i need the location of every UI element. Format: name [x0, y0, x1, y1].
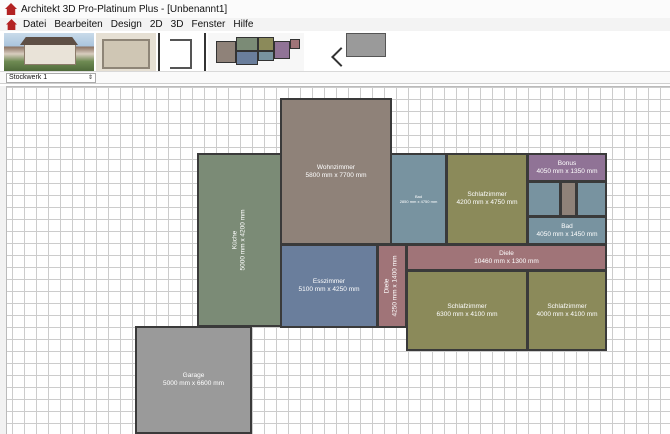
room-size: 4200 mm x 4750 mm — [456, 199, 518, 206]
room-size: 5000 mm x 4200 mm — [239, 209, 247, 271]
room-diele-small[interactable]: Diele 4250 mm x 1400 mm — [377, 244, 407, 328]
room-kueche[interactable]: Küche 5000 mm x 4200 mm — [197, 153, 282, 327]
app-menu-icon[interactable] — [6, 19, 17, 30]
room-bad-left[interactable]: Bad 2850 mm x 4750 mm — [390, 153, 447, 245]
room-size: 10460 mm x 1300 mm — [474, 257, 539, 265]
room-name: Bonus — [557, 159, 577, 167]
menu-bar: Datei Bearbeiten Design 2D 3D Fenster Hi… — [0, 18, 670, 31]
toolbar-divider — [204, 33, 206, 71]
colored-plan-thumbnail[interactable] — [208, 33, 304, 71]
room-schlafzimmer-bottom-right[interactable]: Schlafzimmer 4000 mm x 4100 mm — [527, 270, 607, 351]
room-block-thumbnail[interactable] — [308, 33, 390, 71]
room-size: 4050 mm x 1350 mm — [536, 167, 598, 175]
chevron-updown-icon: ⇕ — [87, 75, 93, 81]
menu-bearbeiten[interactable]: Bearbeiten — [50, 18, 106, 31]
floor-select-value: Stockwerk 1 — [9, 74, 48, 81]
room-size: 4250 mm x 1400 mm — [392, 255, 399, 317]
wireframe-thumbnail[interactable] — [158, 33, 202, 71]
room-closet-1[interactable] — [527, 181, 561, 217]
room-closet-3[interactable] — [576, 181, 607, 217]
room-name: Schlafzimmer — [467, 191, 507, 198]
app-logo-icon — [5, 3, 17, 15]
room-name: Esszimmer — [312, 278, 346, 285]
room-name: Schlafzimmer — [447, 302, 487, 310]
room-name: Küche — [231, 230, 239, 250]
room-bonus[interactable]: Bonus 4050 mm x 1350 mm — [527, 153, 607, 182]
room-size: 5100 mm x 4250 mm — [298, 286, 360, 293]
room-bad-right[interactable]: Bad 4050 mm x 1450 mm — [527, 216, 607, 245]
room-garage[interactable]: Garage 5000 mm x 6600 mm — [135, 326, 252, 434]
menu-hilfe[interactable]: Hilfe — [229, 18, 257, 31]
menu-2d[interactable]: 2D — [146, 18, 167, 31]
room-wohnzimmer[interactable]: Wohnzimmer 5800 mm x 7700 mm — [280, 98, 392, 245]
floor-bar: Stockwerk 1 ⇕ — [0, 72, 670, 84]
canvas-ruler — [0, 86, 7, 434]
room-schlafzimmer-bottom-left[interactable]: Schlafzimmer 6300 mm x 4100 mm — [406, 270, 528, 351]
title-bar: Architekt 3D Pro-Platinum Plus - [Unbena… — [0, 0, 670, 18]
room-name: Wohnzimmer — [316, 163, 356, 171]
room-size: 4000 mm x 4100 mm — [536, 310, 598, 318]
room-diele[interactable]: Diele 10460 mm x 1300 mm — [406, 244, 607, 271]
room-size: 5000 mm x 6600 mm — [162, 380, 225, 387]
window-title: Architekt 3D Pro-Platinum Plus - [Unbena… — [21, 3, 228, 15]
room-name: Garage — [182, 372, 205, 379]
room-size: 5800 mm x 7700 mm — [305, 171, 367, 179]
floorplan-3d-thumbnail[interactable] — [96, 33, 156, 71]
room-name: Bad — [561, 222, 573, 230]
menu-fenster[interactable]: Fenster — [187, 18, 229, 31]
room-closet-2[interactable] — [560, 181, 577, 217]
menu-datei[interactable]: Datei — [19, 18, 50, 31]
floor-select[interactable]: Stockwerk 1 ⇕ — [6, 73, 96, 83]
room-schlafzimmer-top[interactable]: Schlafzimmer 4200 mm x 4750 mm — [446, 153, 528, 245]
room-name: Diele — [499, 249, 514, 257]
room-esszimmer[interactable]: Esszimmer 5100 mm x 4250 mm — [280, 244, 378, 328]
room-size: 6300 mm x 4100 mm — [436, 310, 498, 318]
room-name: Schlafzimmer — [547, 302, 587, 310]
room-size: 2850 mm x 4750 mm — [399, 199, 438, 204]
room-size: 4050 mm x 1450 mm — [536, 230, 598, 238]
house-3d-thumbnail[interactable] — [4, 33, 94, 71]
menu-design[interactable]: Design — [107, 18, 146, 31]
menu-3d[interactable]: 3D — [167, 18, 188, 31]
